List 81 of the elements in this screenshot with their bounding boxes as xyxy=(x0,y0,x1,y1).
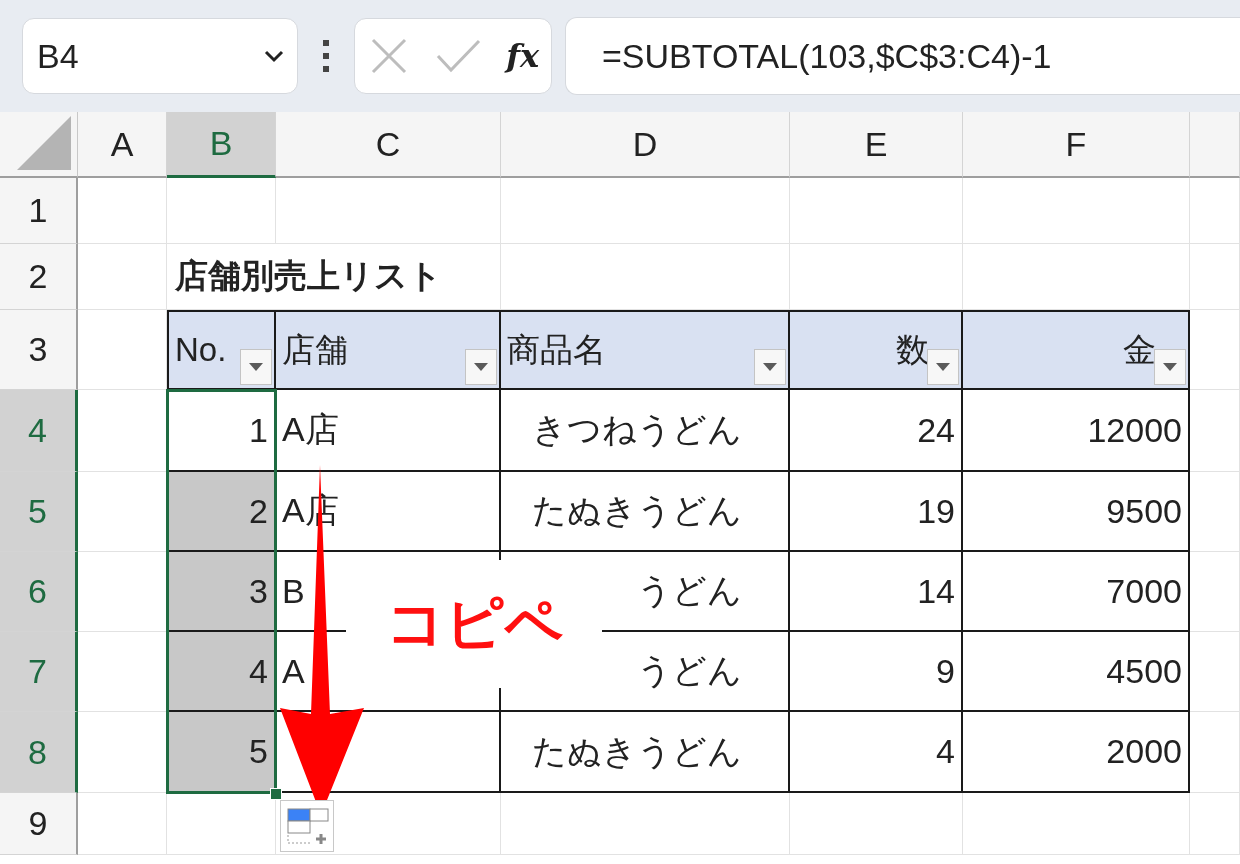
caret-icon xyxy=(474,363,488,371)
table-cell: 4500 xyxy=(963,632,1190,712)
column-header[interactable]: A xyxy=(78,112,167,178)
filter-button[interactable] xyxy=(927,349,959,385)
check-icon[interactable] xyxy=(434,38,481,74)
paste-options-icon[interactable] xyxy=(280,800,334,852)
row-header[interactable]: 7 xyxy=(0,632,78,712)
sheet-cell[interactable] xyxy=(1190,178,1240,244)
caret-icon xyxy=(1163,363,1177,371)
table-cell: 19 xyxy=(790,472,963,552)
sheet-cell[interactable] xyxy=(501,793,790,855)
table-cell: たぬきうどん xyxy=(501,712,790,793)
sheet-cell[interactable] xyxy=(78,244,167,310)
header-label: 商品名 xyxy=(507,329,606,370)
sheet-cell[interactable] xyxy=(1190,472,1240,552)
header-label: 金 xyxy=(1123,329,1156,370)
sheet-cell[interactable] xyxy=(1190,552,1240,632)
row-header[interactable]: 4 xyxy=(0,390,78,472)
table-cell: 4 xyxy=(167,632,276,712)
header-label: 店舗 xyxy=(282,329,348,370)
column-header[interactable]: B xyxy=(167,112,276,178)
filter-button[interactable] xyxy=(754,349,786,385)
column-header[interactable] xyxy=(1190,112,1240,178)
table-cell: たぬきうどん xyxy=(501,472,790,552)
sheet-cell[interactable] xyxy=(1190,310,1240,390)
sheet-cell[interactable] xyxy=(1190,390,1240,472)
select-all-icon[interactable] xyxy=(17,116,71,170)
formula-field[interactable]: =SUBTOTAL(103,$C$3:C4)-1 xyxy=(565,17,1240,95)
name-box[interactable]: B4 xyxy=(22,18,298,94)
row-header[interactable]: 2 xyxy=(0,244,78,310)
sheet-cell[interactable] xyxy=(78,178,167,244)
table-cell: 9 xyxy=(790,632,963,712)
table-cell: 9500 xyxy=(963,472,1190,552)
table-cell: 2000 xyxy=(963,712,1190,793)
row-header[interactable]: 6 xyxy=(0,552,78,632)
caret-icon xyxy=(936,363,950,371)
filter-button[interactable] xyxy=(1154,349,1186,385)
table-cell: きつねうどん xyxy=(501,390,790,472)
filter-button[interactable] xyxy=(240,349,272,385)
sheet-cell[interactable] xyxy=(1190,244,1240,310)
table-cell: 7000 xyxy=(963,552,1190,632)
table-cell: 24 xyxy=(790,390,963,472)
caret-icon xyxy=(249,363,263,371)
table-cell: A店 xyxy=(276,390,501,472)
table-cell: 14 xyxy=(790,552,963,632)
sheet-cell[interactable] xyxy=(963,793,1190,855)
header-label: No. xyxy=(175,331,227,369)
column-header[interactable]: E xyxy=(790,112,963,178)
table-cell: 5 xyxy=(167,712,276,793)
row-header[interactable]: 9 xyxy=(0,793,78,855)
row-header[interactable]: 1 xyxy=(0,178,78,244)
sheet-cell[interactable] xyxy=(790,793,963,855)
table-cell: 12000 xyxy=(963,390,1190,472)
column-header[interactable]: F xyxy=(963,112,1190,178)
table-cell: 4 xyxy=(790,712,963,793)
sheet-cell[interactable] xyxy=(1190,793,1240,855)
fill-handle[interactable] xyxy=(270,788,282,800)
header-label: 数 xyxy=(896,329,929,370)
column-header[interactable]: C xyxy=(276,112,501,178)
table-cell: 3 xyxy=(167,552,276,632)
sheet-cell[interactable] xyxy=(790,178,963,244)
name-box-value: B4 xyxy=(37,36,79,76)
caret-icon xyxy=(763,363,777,371)
insert-function-button[interactable]: fx xyxy=(506,37,539,75)
sheet-cell[interactable] xyxy=(1190,712,1240,793)
row-header[interactable]: 3 xyxy=(0,310,78,390)
sheet-cell[interactable] xyxy=(276,178,501,244)
sheet-cell[interactable] xyxy=(1190,632,1240,712)
annotation-label: コピペ xyxy=(346,560,602,688)
chevron-down-icon[interactable] xyxy=(263,49,285,63)
sheet-cell[interactable] xyxy=(501,178,790,244)
row-header[interactable]: 8 xyxy=(0,712,78,793)
sheet-cell[interactable] xyxy=(78,793,167,855)
cancel-icon[interactable] xyxy=(369,36,409,76)
column-header[interactable]: D xyxy=(501,112,790,178)
row-header[interactable]: 5 xyxy=(0,472,78,552)
more-options-icon[interactable] xyxy=(322,39,330,73)
sheet-cell[interactable] xyxy=(167,178,276,244)
table-cell: 2 xyxy=(167,472,276,552)
filter-button[interactable] xyxy=(465,349,497,385)
sheet-cell[interactable] xyxy=(963,178,1190,244)
